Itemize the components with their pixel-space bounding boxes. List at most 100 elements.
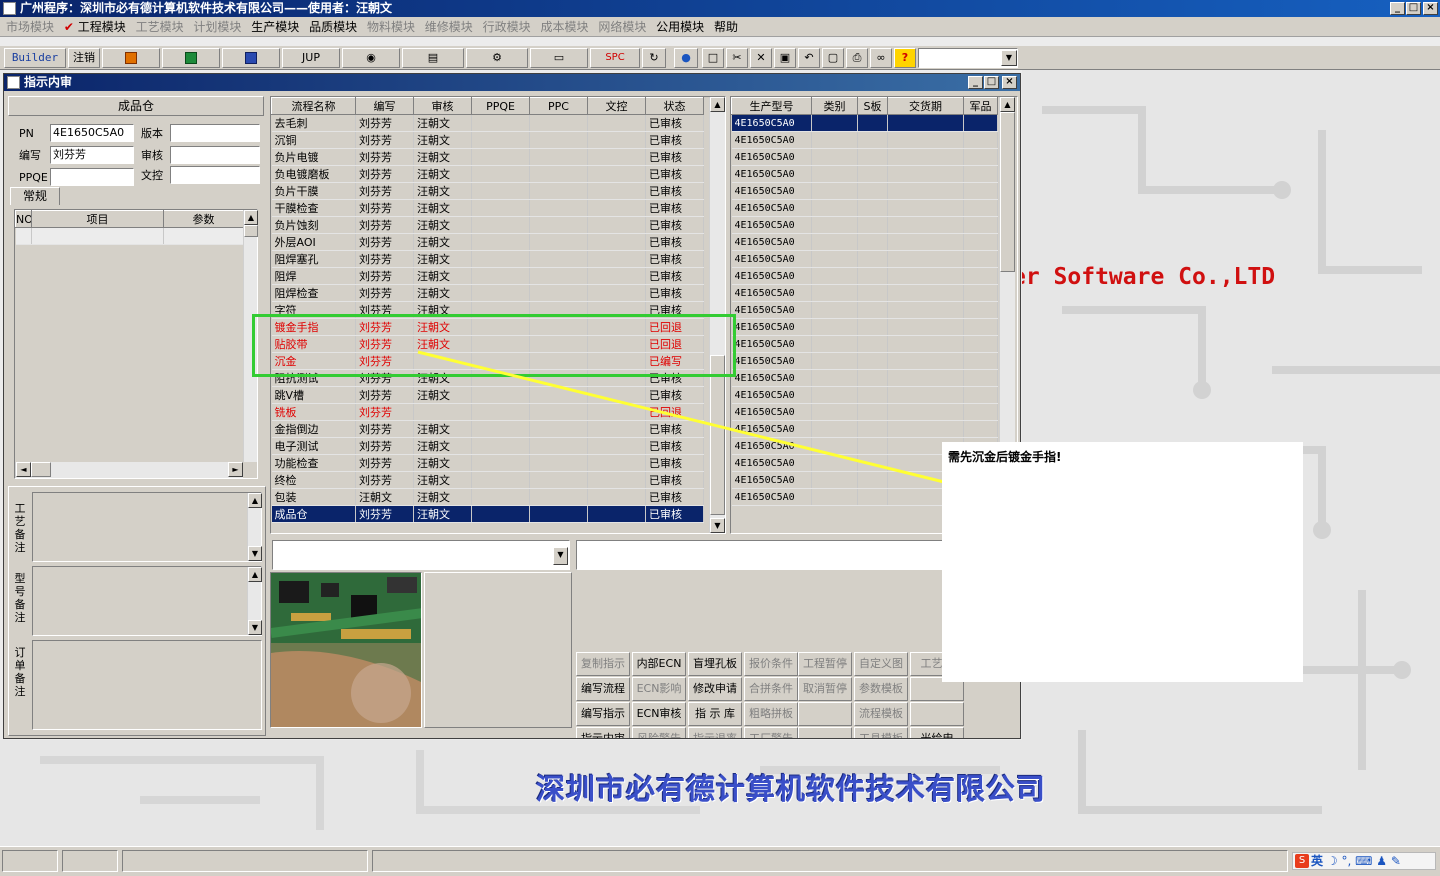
model-cell[interactable] [963, 131, 998, 149]
model-cell[interactable] [857, 148, 888, 166]
action-button[interactable]: 流程模板 [854, 702, 908, 726]
action-button[interactable]: 指示内审 [576, 727, 630, 738]
flow-header-0[interactable]: 流程名称 [271, 97, 356, 115]
action-button[interactable]: ECN审核 [632, 702, 686, 726]
minimize-button[interactable]: _ [1390, 2, 1405, 15]
help-button[interactable]: ? [894, 48, 916, 68]
flow-ppc-cell[interactable] [529, 437, 588, 455]
model-cell[interactable] [811, 420, 858, 438]
action-button[interactable]: 指 示 库 [688, 702, 742, 726]
model-cell[interactable] [811, 216, 858, 234]
flow-control-cell[interactable] [587, 471, 646, 489]
flow-ppc-cell[interactable] [529, 216, 588, 234]
model-cell[interactable] [887, 233, 964, 251]
flow-name-cell[interactable]: 去毛刺 [271, 114, 356, 132]
excel-button[interactable] [162, 48, 220, 68]
computer-button[interactable]: ▭ [530, 48, 588, 68]
flow-ppqe-cell[interactable] [471, 267, 530, 285]
flow-ppqe-cell[interactable] [471, 114, 530, 132]
table-row[interactable]: 包装 汪朝文 汪朝文 已审核 [271, 488, 704, 506]
action-button[interactable]: 编写指示 [576, 702, 630, 726]
model-number-cell[interactable]: 4E1650C5A0 [731, 352, 812, 370]
flow-status-cell[interactable]: 已审核 [645, 182, 704, 200]
flow-reviewer-cell[interactable]: 汪朝文 [413, 216, 472, 234]
order-note-field[interactable] [32, 640, 262, 730]
flow-author-cell[interactable]: 刘芬芳 [355, 165, 414, 183]
flow-author-cell[interactable]: 刘芬芳 [355, 148, 414, 166]
model-cell[interactable] [887, 301, 964, 319]
flow-reviewer-cell[interactable]: 汪朝文 [413, 437, 472, 455]
flow-name-cell[interactable]: 跳V槽 [271, 386, 356, 404]
flow-ppqe-cell[interactable] [471, 420, 530, 438]
flow-author-cell[interactable]: 刘芬芳 [355, 284, 414, 302]
model-cell[interactable] [857, 454, 888, 472]
window-close-button[interactable]: × [1002, 76, 1017, 89]
user-icon[interactable]: ♟ [1376, 854, 1387, 868]
flow-author-cell[interactable]: 刘芬芳 [355, 131, 414, 149]
flow-name-cell[interactable]: 功能检查 [271, 454, 356, 472]
window-maximize-button[interactable]: □ [984, 76, 999, 89]
model-cell[interactable] [811, 471, 858, 489]
model-cell[interactable] [857, 318, 888, 336]
table-row[interactable]: 金指倒边 刘芬芳 汪朝文 已审核 [271, 420, 704, 438]
model-cell[interactable] [887, 386, 964, 404]
model-cell[interactable] [963, 301, 998, 319]
scroll-up-icon[interactable]: ▲ [248, 567, 262, 582]
scroll-down-icon[interactable]: ▼ [710, 518, 725, 533]
model-cell[interactable] [963, 148, 998, 166]
flow-header-3[interactable]: PPQE [471, 97, 530, 115]
model-number-cell[interactable]: 4E1650C5A0 [731, 471, 812, 489]
model-cell[interactable] [811, 165, 858, 183]
preview-button[interactable]: ▢ [822, 48, 844, 68]
flow-ppc-cell[interactable] [529, 233, 588, 251]
flow-ppc-cell[interactable] [529, 114, 588, 132]
flow-ppqe-cell[interactable] [471, 250, 530, 268]
moon-icon[interactable]: ☽ [1327, 854, 1338, 868]
table-row[interactable]: 4E1650C5A0 [731, 131, 998, 149]
author-field[interactable]: 刘芬芳 [50, 146, 134, 164]
flow-ppc-cell[interactable] [529, 148, 588, 166]
flow-status-cell[interactable]: 已审核 [645, 437, 704, 455]
flow-author-cell[interactable]: 刘芬芳 [355, 437, 414, 455]
flow-ppc-cell[interactable] [529, 284, 588, 302]
database-button[interactable]: ▤ [402, 48, 464, 68]
model-cell[interactable] [887, 250, 964, 268]
table-row[interactable]: 4E1650C5A0 [731, 335, 998, 353]
flow-author-cell[interactable]: 刘芬芳 [355, 420, 414, 438]
model-cell[interactable] [857, 114, 888, 132]
model-cell[interactable] [857, 216, 888, 234]
model-cell[interactable] [887, 318, 964, 336]
model-number-cell[interactable]: 4E1650C5A0 [731, 216, 812, 234]
model-cell[interactable] [887, 352, 964, 370]
table-row[interactable]: 负电镀磨板 刘芬芳 汪朝文 已审核 [271, 165, 704, 183]
model-number-cell[interactable]: 4E1650C5A0 [731, 131, 812, 149]
table-row[interactable]: 4E1650C5A0 [731, 386, 998, 404]
flow-name-cell[interactable]: 铣板 [271, 403, 356, 421]
table-row[interactable]: 4E1650C5A0 [731, 233, 998, 251]
flow-author-cell[interactable]: 刘芬芳 [355, 454, 414, 472]
flow-author-cell[interactable]: 刘芬芳 [355, 471, 414, 489]
model-cell[interactable] [857, 403, 888, 421]
action-button[interactable]: 内部ECN [632, 652, 686, 676]
model-header-4[interactable]: 军品 [963, 97, 998, 115]
model-number-cell[interactable]: 4E1650C5A0 [731, 250, 812, 268]
menu-item-material[interactable]: 物料模块 [364, 17, 418, 37]
model-cell[interactable] [857, 369, 888, 387]
model-cell[interactable] [963, 335, 998, 353]
model-cell[interactable] [887, 148, 964, 166]
menu-item-plan[interactable]: 计划模块 [190, 17, 244, 37]
flow-name-cell[interactable]: 成品仓 [271, 505, 356, 523]
flow-author-cell[interactable]: 刘芬芳 [355, 403, 414, 421]
table-row[interactable]: 成品仓 刘芬芳 汪朝文 已审核 [271, 505, 704, 523]
flow-name-cell[interactable]: 终检 [271, 471, 356, 489]
flow-name-cell[interactable]: 负片干膜 [271, 182, 356, 200]
flow-ppqe-cell[interactable] [471, 386, 530, 404]
flow-control-cell[interactable] [587, 250, 646, 268]
flow-control-cell[interactable] [587, 386, 646, 404]
powerpoint-button[interactable] [102, 48, 160, 68]
model-cell[interactable] [811, 454, 858, 472]
table-row[interactable]: 阻焊检查 刘芬芳 汪朝文 已审核 [271, 284, 704, 302]
model-cell[interactable] [887, 216, 964, 234]
flow-name-cell[interactable]: 阻焊塞孔 [271, 250, 356, 268]
model-number-cell[interactable]: 4E1650C5A0 [731, 369, 812, 387]
